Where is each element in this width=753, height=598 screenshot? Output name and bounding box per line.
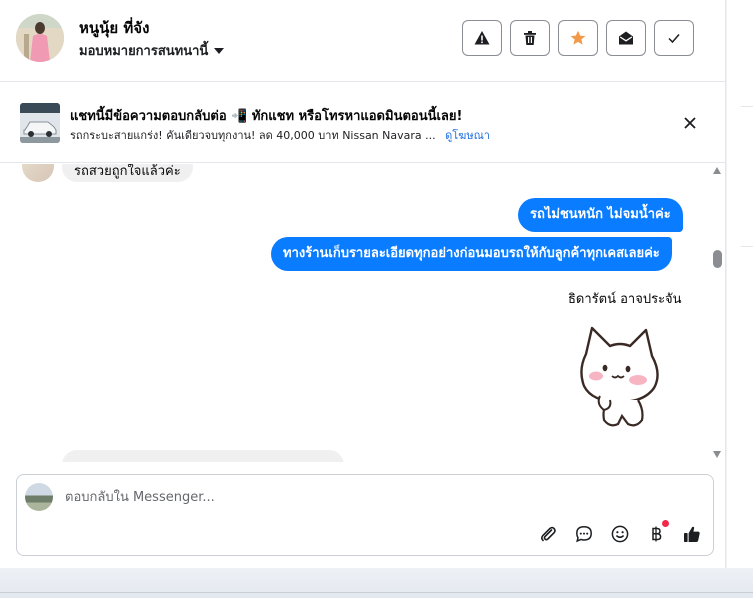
close-ad-button[interactable] [680,113,700,133]
like-icon [684,526,700,542]
attach-icon [541,526,556,542]
view-ad-link[interactable]: ดูโฆษณา [445,129,490,142]
divider [0,592,753,593]
emoji-icon [611,525,629,543]
saved-reply-icon [576,526,592,543]
conversation-header: หนูนุ้ย ที่จัง มอบหมายการสนทนานี้ [0,0,725,82]
side-panel-edge [727,0,753,568]
contact-avatar[interactable] [16,14,64,62]
reply-composer [16,474,714,556]
incoming-message [62,450,344,462]
window-bottom-edge [0,568,753,598]
assign-conversation-dropdown[interactable]: มอบหมายการสนทนานี้ [79,40,225,61]
star-icon [570,30,586,45]
outgoing-message: รถไม่ชนหนัก ไม่จมน้ำค่ะ [518,198,683,232]
scroll-down-arrow[interactable] [713,451,721,458]
baht-payment-icon [652,526,662,542]
report-button[interactable] [462,20,502,56]
payment-button[interactable] [645,520,669,545]
outgoing-message: ทางร้านเก็บรายละเอียดทุกอย่างก่อนมอบรถให… [271,237,672,271]
divider [741,106,753,107]
delete-button[interactable] [510,20,550,56]
trash-icon [524,31,536,45]
message-thread[interactable]: รถสวยถูกใจแล้วค่ะ รถไม่ชนหนัก ไม่จมน้ำค่… [0,164,712,462]
emoji-button[interactable] [609,523,631,545]
divider [741,246,753,247]
caret-down-icon [214,47,225,54]
ad-subtitle-text: รถกระบะสายแกร่ง! คันเดียวจบทุกงาน! ลด 40… [70,129,436,142]
page-avatar [25,483,53,511]
ad-context-banner: แชทนี้มีข้อความตอบกลับต่อ 📲 ทักแชท หรือโ… [0,83,725,163]
sender-name: ธิดารัตน์ อาจประจัน [568,292,682,307]
scrollbar-thumb[interactable] [713,250,722,268]
mark-done-button[interactable] [654,20,694,56]
star-button[interactable] [558,20,598,56]
close-icon [684,117,696,129]
warning-icon [474,31,490,45]
header-toolbar [462,20,694,56]
incoming-message: รถสวยถูกใจแล้วค่ะ [62,164,193,182]
ad-title: แชทนี้มีข้อความตอบกลับต่อ 📲 ทักแชท หรือโ… [70,109,463,124]
ad-subtitle: รถกระบะสายแกร่ง! คันเดียวจบทุกงาน! ลด 40… [70,126,490,144]
notification-dot [662,520,669,527]
reply-input[interactable] [65,485,565,509]
done-check-icon [668,34,680,44]
attach-button[interactable] [537,523,559,545]
scroll-up-arrow[interactable] [713,167,721,174]
mark-unread-icon [619,31,633,45]
cat-sticker [580,326,659,427]
conversation-panel: หนูนุ้ย ที่จัง มอบหมายการสนทนานี้ แชทนี้… [0,0,726,568]
like-button[interactable] [681,523,703,545]
composer-actions [537,520,703,545]
mark-unread-button[interactable] [606,20,646,56]
assign-label: มอบหมายการสนทนานี้ [79,44,209,59]
saved-reply-button[interactable] [573,523,595,545]
contact-name: หนูนุ้ย ที่จัง [79,19,150,37]
ad-thumbnail[interactable] [20,103,60,143]
contact-avatar-small [22,164,54,182]
